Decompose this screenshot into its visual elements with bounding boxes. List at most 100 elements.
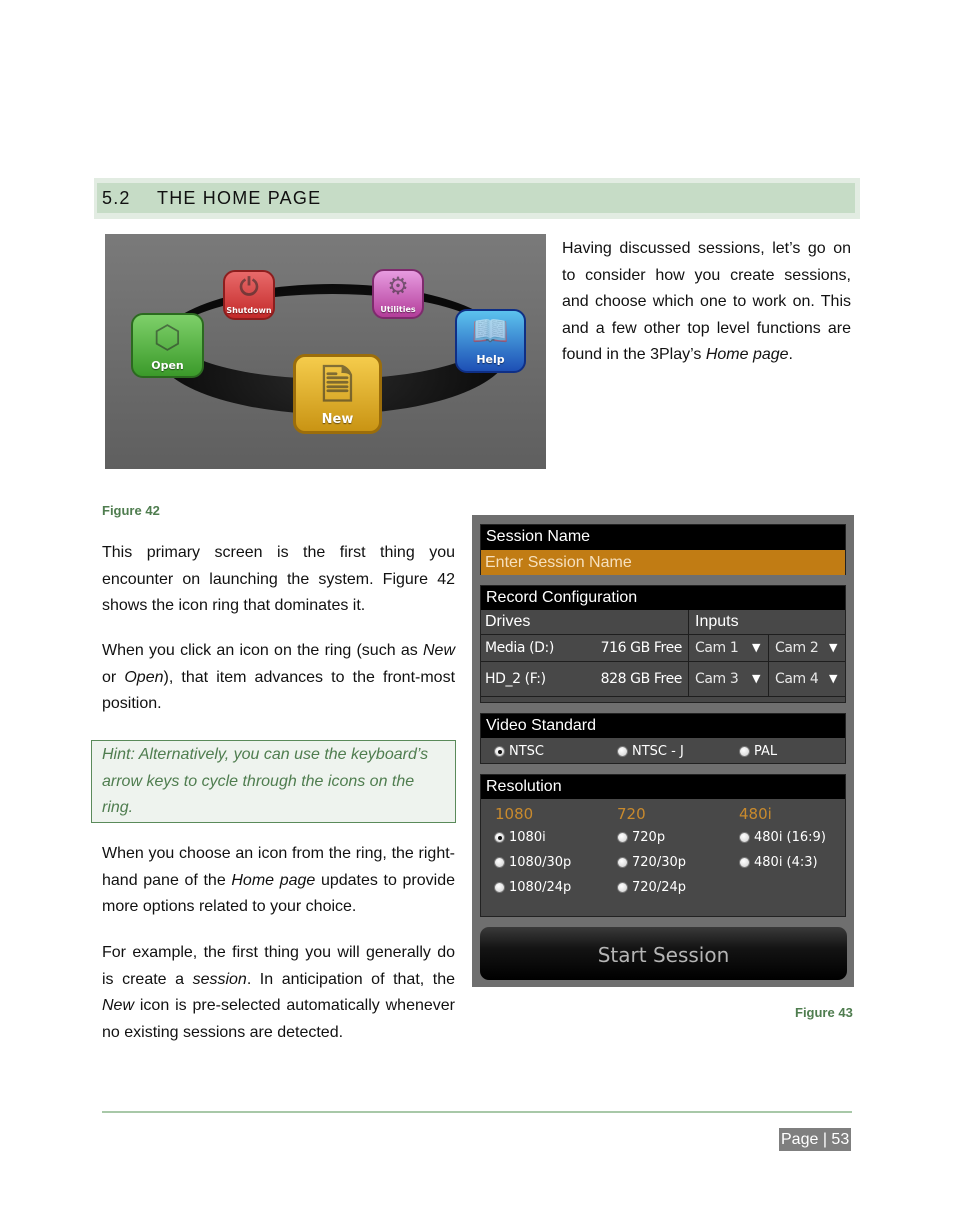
paragraph-choose-icon: When you choose an icon from the ring, t… bbox=[102, 841, 455, 921]
radio-label: 480i (16:9) bbox=[754, 830, 826, 845]
radio-ntsc-j[interactable]: NTSC - J bbox=[617, 744, 684, 759]
radio-icon bbox=[494, 857, 505, 868]
dropdown-arrow-icon: ▼ bbox=[828, 641, 837, 654]
drives-header: Drives bbox=[485, 613, 531, 630]
ring-icon-label: Help bbox=[476, 353, 505, 366]
table-row: HD_2 (F:) 828 GB Free Cam 3 ▼ Cam 4 ▼ bbox=[481, 662, 845, 697]
ring-icon-label: Open bbox=[151, 359, 184, 372]
session-name-input[interactable]: Enter Session Name bbox=[481, 549, 845, 575]
section-heading: 5.2 THE HOME PAGE bbox=[97, 183, 855, 213]
new-document-icon: 🗎 bbox=[321, 363, 354, 409]
text: . In anticipation of that, the bbox=[246, 970, 455, 988]
ring-icon-new[interactable]: 🗎 New bbox=[293, 354, 382, 434]
radio-label: 480i (4:3) bbox=[754, 855, 818, 870]
radio-pal[interactable]: PAL bbox=[739, 744, 777, 759]
radio-icon bbox=[739, 857, 750, 868]
text: or bbox=[102, 668, 125, 686]
video-standard-panel: Video Standard NTSC NTSC - J PAL bbox=[480, 713, 846, 764]
radio-720p[interactable]: 720p bbox=[617, 825, 686, 850]
input-value: Cam 2 bbox=[775, 640, 819, 656]
ring-icon-utilities[interactable]: ⚙ Utilities bbox=[372, 269, 424, 319]
emphasis: New bbox=[422, 642, 455, 659]
radio-icon bbox=[617, 832, 628, 843]
text: When you click an icon on the ring (such… bbox=[102, 642, 423, 659]
drives-header-cell: Drives bbox=[481, 610, 689, 634]
drive-free-space: 828 GB Free bbox=[600, 671, 683, 687]
inputs-header-cell: Inputs bbox=[689, 610, 845, 634]
input-value: Cam 4 bbox=[775, 671, 819, 687]
ring-icon-shutdown[interactable]: ⏻ Shutdown bbox=[223, 270, 275, 320]
section-number: 5.2 bbox=[102, 188, 131, 208]
emphasis: Open bbox=[124, 668, 164, 686]
input-select[interactable]: Cam 1 ▼ bbox=[689, 635, 769, 661]
radio-icon bbox=[739, 832, 750, 843]
radio-1080-30p[interactable]: 1080/30p bbox=[494, 850, 571, 875]
power-icon: ⏻ bbox=[239, 273, 259, 301]
resolution-group-1080: 1080 1080i 1080/30p 1080/24p bbox=[494, 803, 571, 900]
radio-icon bbox=[617, 882, 628, 893]
figure-43-caption: Figure 43 bbox=[795, 1005, 853, 1020]
intro-text-end: . bbox=[788, 346, 793, 364]
video-standard-options: NTSC NTSC - J PAL bbox=[481, 738, 845, 764]
input-select[interactable]: Cam 4 ▼ bbox=[769, 662, 845, 696]
intro-paragraph: Having discussed sessions, let’s go on t… bbox=[562, 236, 851, 369]
radio-label: PAL bbox=[754, 744, 778, 759]
session-name-header: Session Name bbox=[481, 525, 845, 549]
text: icon is pre-selected automatically whene… bbox=[102, 997, 455, 1041]
table-header-row: Drives Inputs bbox=[481, 610, 845, 635]
page-number: Page | 53 bbox=[779, 1128, 852, 1151]
radio-720-30p[interactable]: 720/30p bbox=[617, 850, 686, 875]
input-select[interactable]: Cam 3 ▼ bbox=[689, 662, 769, 696]
radio-1080-24p[interactable]: 1080/24p bbox=[494, 875, 571, 900]
record-configuration-header: Record Configuration bbox=[481, 586, 845, 610]
figure-42-caption: Figure 42 bbox=[102, 503, 160, 518]
radio-1080i[interactable]: 1080i bbox=[494, 825, 571, 850]
radio-icon bbox=[617, 746, 628, 757]
radio-480i-16-9[interactable]: 480i (16:9) bbox=[739, 825, 826, 850]
paragraph-click-icon: When you click an icon on the ring (such… bbox=[102, 638, 455, 718]
start-session-button[interactable]: Start Session bbox=[480, 927, 847, 980]
dropdown-arrow-icon: ▼ bbox=[828, 672, 837, 685]
record-configuration-table: Drives Inputs Media (D:) 716 GB Free Cam… bbox=[481, 610, 845, 697]
radio-label: NTSC bbox=[509, 744, 544, 759]
drive-free-space: 716 GB Free bbox=[600, 640, 683, 656]
input-select[interactable]: Cam 2 ▼ bbox=[769, 635, 845, 661]
resolution-panel: Resolution 1080 1080i 1080/30p 1080/24p … bbox=[480, 774, 846, 917]
drive-cell: Media (D:) 716 GB Free bbox=[481, 635, 689, 661]
resolution-group-480i: 480i 480i (16:9) 480i (4:3) bbox=[739, 803, 826, 875]
session-name-panel: Session Name Enter Session Name bbox=[480, 524, 846, 575]
radio-480i-4-3[interactable]: 480i (4:3) bbox=[739, 850, 826, 875]
resolution-group-label: 720 bbox=[617, 805, 646, 823]
ring-icon-label: Utilities bbox=[380, 305, 416, 314]
dropdown-arrow-icon: ▼ bbox=[751, 672, 760, 685]
resolution-group-720: 720 720p 720/30p 720/24p bbox=[617, 803, 686, 900]
radio-icon bbox=[617, 857, 628, 868]
radio-label: 720p bbox=[632, 830, 666, 845]
radio-label: 1080i bbox=[509, 830, 546, 845]
gears-icon: ⚙ bbox=[387, 272, 409, 300]
drive-name: HD_2 (F:) bbox=[485, 671, 546, 687]
paragraph-primary-screen: This primary screen is the first thing y… bbox=[102, 544, 455, 615]
input-value: Cam 3 bbox=[695, 671, 739, 687]
ring-icon-label: New bbox=[321, 412, 354, 427]
inputs-header: Inputs bbox=[695, 613, 739, 630]
box-icon: ⬡ bbox=[153, 318, 182, 356]
radio-ntsc[interactable]: NTSC bbox=[494, 744, 544, 759]
intro-emphasis: Home page bbox=[705, 346, 789, 364]
footer-divider bbox=[102, 1111, 852, 1113]
ring-icon-help[interactable]: 📖 Help bbox=[455, 309, 526, 373]
table-row: Media (D:) 716 GB Free Cam 1 ▼ Cam 2 ▼ bbox=[481, 635, 845, 662]
drive-name: Media (D:) bbox=[485, 640, 554, 656]
radio-label: NTSC - J bbox=[632, 744, 684, 759]
input-value: Cam 1 bbox=[695, 640, 739, 656]
radio-selected-icon bbox=[494, 746, 505, 757]
emphasis: New bbox=[102, 997, 135, 1015]
hint-box: Hint: Alternatively, you can use the key… bbox=[91, 740, 456, 823]
radio-label: 720/30p bbox=[632, 855, 686, 870]
radio-720-24p[interactable]: 720/24p bbox=[617, 875, 686, 900]
ring-icon-open[interactable]: ⬡ Open bbox=[131, 313, 204, 378]
emphasis: Home page bbox=[231, 871, 316, 889]
emphasis: session bbox=[192, 970, 247, 988]
resolution-header: Resolution bbox=[481, 775, 845, 799]
resolution-group-label: 480i bbox=[739, 805, 772, 823]
